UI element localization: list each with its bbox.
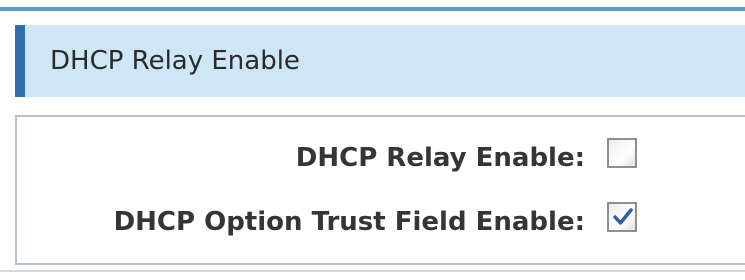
dhcp-option-trust-field-enable-checkbox[interactable] xyxy=(607,202,637,232)
dhcp-relay-page: DHCP Relay Enable DHCP Relay Enable: DHC… xyxy=(0,0,745,280)
top-strip xyxy=(0,0,745,11)
section-title: DHCP Relay Enable xyxy=(50,46,300,76)
section-header: DHCP Relay Enable xyxy=(15,25,745,97)
checkmark-icon xyxy=(613,208,633,225)
header-accent-bar xyxy=(15,25,25,97)
dhcp-relay-enable-label: DHCP Relay Enable: xyxy=(295,143,585,173)
top-divider xyxy=(0,7,745,11)
bottom-divider xyxy=(0,270,745,272)
dhcp-relay-enable-checkbox[interactable] xyxy=(607,138,637,168)
dhcp-option-trust-field-enable-label: DHCP Option Trust Field Enable: xyxy=(113,207,585,237)
